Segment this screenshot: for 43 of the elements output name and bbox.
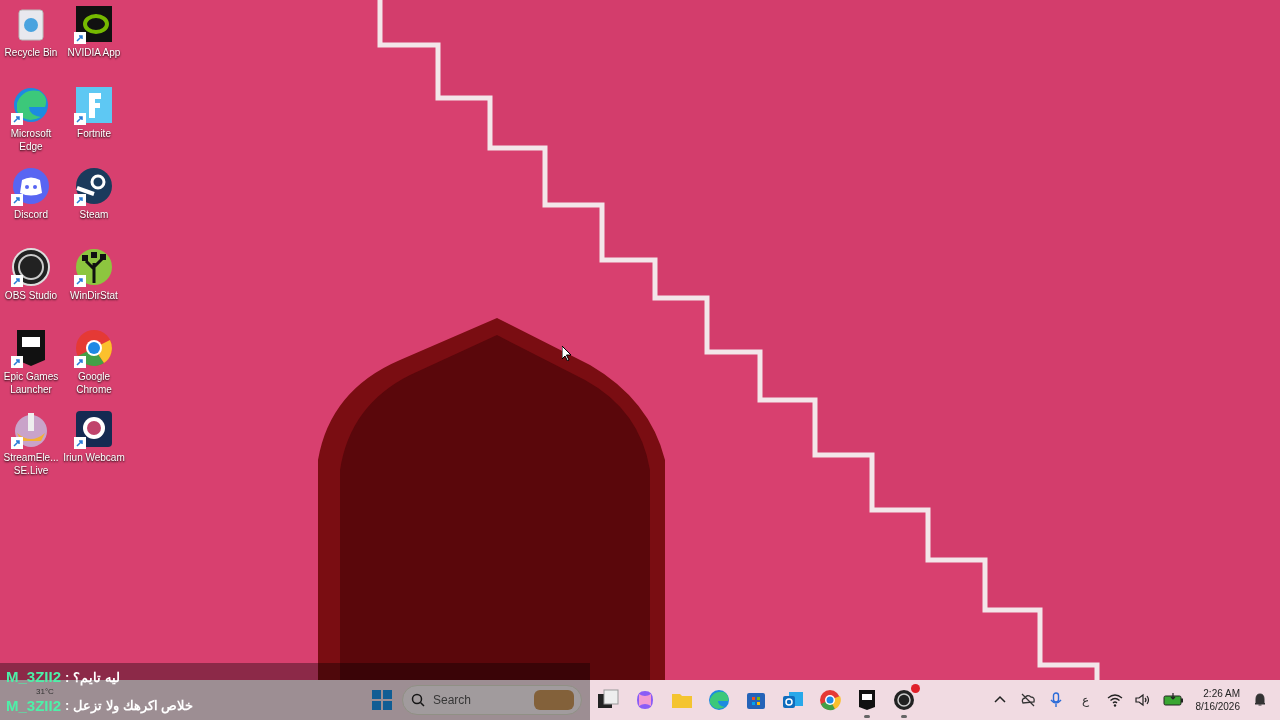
icon-label[interactable]: NVIDIA App xyxy=(63,46,125,59)
circle-logo-icon[interactable] xyxy=(11,247,51,287)
icon-label[interactable]: Epic Games Launcher xyxy=(0,370,62,396)
speaker-icon[interactable] xyxy=(1134,692,1151,708)
icon-label[interactable]: StreamEle... SE.Live xyxy=(0,451,62,477)
wave-logo-icon[interactable] xyxy=(11,85,51,125)
icon-label[interactable]: OBS Studio xyxy=(0,289,62,302)
chrome-logo-icon xyxy=(818,688,842,712)
icon-label[interactable]: WinDirStat xyxy=(63,289,125,302)
wifi-icon[interactable] xyxy=(1106,692,1123,708)
controller-face-icon[interactable] xyxy=(11,166,51,206)
icon-label[interactable]: Iriun Webcam xyxy=(63,451,125,464)
chat-username: M_3ZII2 xyxy=(6,695,62,716)
chat-message: ليه تايم؟ xyxy=(73,668,120,687)
wave-logo-icon xyxy=(707,688,731,712)
chat-separator: : xyxy=(65,668,70,687)
cloud-off-icon[interactable] xyxy=(1019,692,1036,708)
icon-label[interactable]: Google Chrome xyxy=(63,370,125,396)
bell-icon[interactable] xyxy=(1252,692,1268,708)
chat-message: خلاص اكرهك ولا تزعل xyxy=(73,697,194,716)
clock[interactable]: 2:26 AM 8/16/2026 xyxy=(1195,687,1240,713)
steam-logo-icon[interactable] xyxy=(74,166,114,206)
circle-logo-icon xyxy=(892,688,916,712)
battery-charging-icon[interactable] xyxy=(1162,692,1184,708)
mouse-cursor-icon xyxy=(562,346,572,361)
chat-username: M_3ZII2 xyxy=(6,667,62,687)
weather-temperature: 31°C xyxy=(36,687,54,696)
icon-label[interactable]: Discord xyxy=(0,208,62,221)
clock-time: 2:26 AM xyxy=(1203,687,1240,700)
icon-label[interactable]: Steam xyxy=(63,208,125,221)
icon-label[interactable]: Fortnite xyxy=(63,127,125,140)
icon-label[interactable]: Recycle Bin xyxy=(0,46,62,59)
language-indicator[interactable]: ع xyxy=(1075,691,1095,709)
letter-logo-icon[interactable] xyxy=(74,85,114,125)
webcam-icon[interactable] xyxy=(74,409,114,449)
clock-date: 8/16/2026 xyxy=(1195,700,1240,713)
landscape-thumbnail-icon xyxy=(534,690,574,710)
chat-separator: : xyxy=(65,697,70,715)
icon-label[interactable]: Microsoft Edge xyxy=(0,127,62,153)
chrome-logo-icon[interactable] xyxy=(74,328,114,368)
search-icon xyxy=(411,693,425,707)
tree-icon[interactable] xyxy=(74,247,114,287)
eye-logo-icon[interactable] xyxy=(74,4,114,44)
